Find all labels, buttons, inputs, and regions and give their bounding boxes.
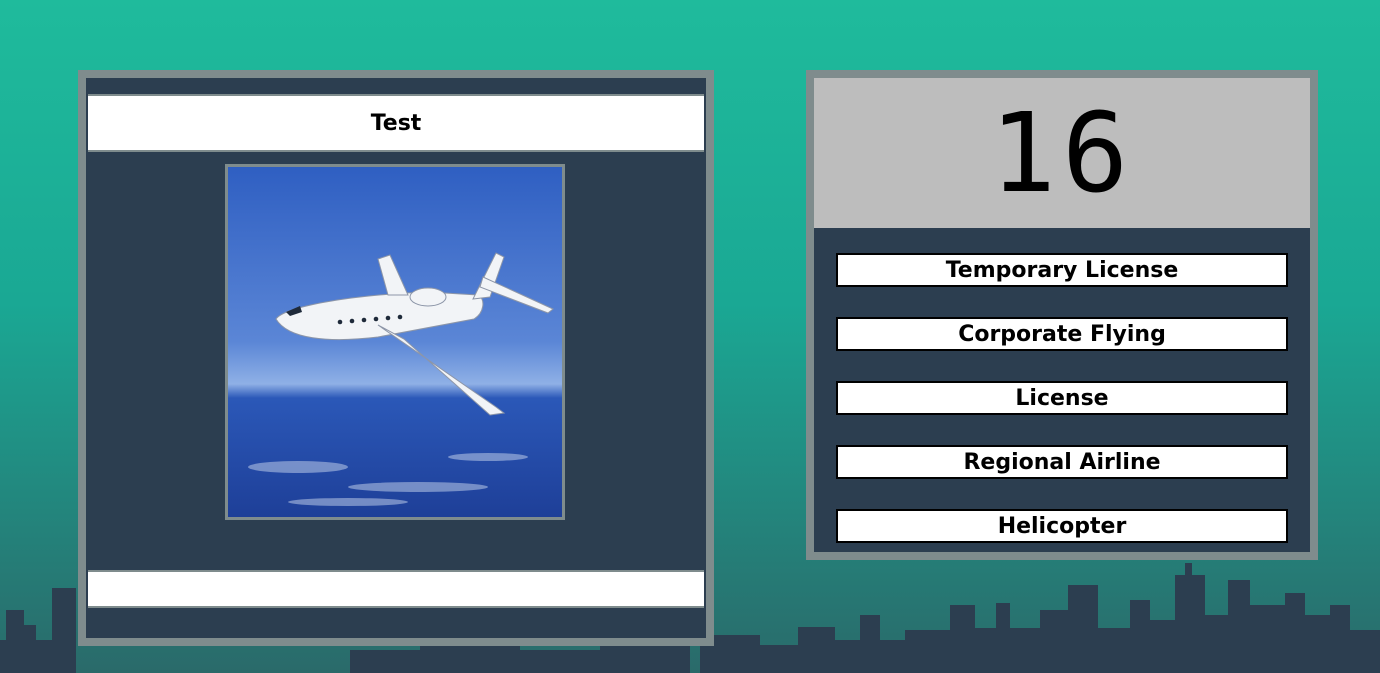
- score-display: 16: [814, 78, 1310, 228]
- score-value: 16: [989, 89, 1135, 217]
- answer-option-helicopter[interactable]: Helicopter: [836, 509, 1288, 543]
- question-title: Test: [88, 94, 704, 152]
- answer-card-body: 16 Temporary License Corporate Flying Li…: [814, 78, 1310, 552]
- answer-card: 16 Temporary License Corporate Flying Li…: [806, 70, 1318, 560]
- answer-option-corporate-flying[interactable]: Corporate Flying: [836, 317, 1288, 351]
- answer-option-license[interactable]: License: [836, 381, 1288, 415]
- question-footer: [88, 570, 704, 608]
- question-card-body: Test: [86, 78, 706, 638]
- answer-options: Temporary License Corporate Flying Licen…: [836, 253, 1288, 573]
- question-image-frame: [225, 164, 565, 520]
- airplane-image: [228, 167, 562, 517]
- question-card: Test: [78, 70, 714, 646]
- answer-option-regional-airline[interactable]: Regional Airline: [836, 445, 1288, 479]
- answer-option-temporary-license[interactable]: Temporary License: [836, 253, 1288, 287]
